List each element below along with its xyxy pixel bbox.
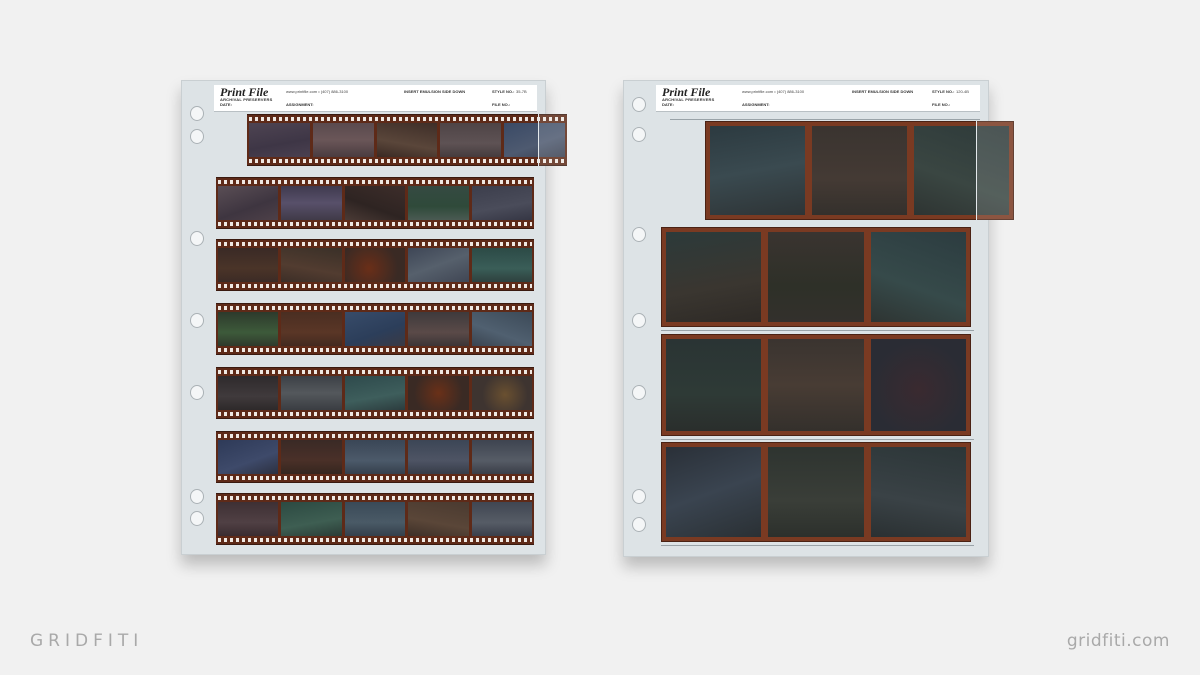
style-value: 120-4B [956,89,969,94]
date-label: DATE: [220,102,232,107]
film-strip [216,177,534,229]
assignment-label: ASSIGNMENT: [286,102,314,107]
insert-instruction: INSERT EMULSION SIDE DOWN [852,89,914,94]
film-strip-top [247,114,567,166]
punch-hole [632,517,646,532]
punch-hole [190,106,204,121]
punch-hole [190,385,204,400]
style-label: STYLE NO.: [492,89,515,94]
film-strip [216,303,534,355]
sleeve-divider [661,545,974,546]
style-value: 35-7B [516,89,527,94]
punch-hole [632,489,646,504]
contact-info: www.printfile.com • (407) 886-3100 [286,89,349,94]
file-label: FILE NO.: [492,102,511,107]
contact-info: www.printfile.com • (407) 886-3100 [742,89,805,94]
punch-hole [190,313,204,328]
punch-hole [632,97,646,112]
punch-hole [632,385,646,400]
sleeve-overlap-edge [976,121,1015,220]
film-strip-120 [661,334,971,436]
print-file-logo: Print File ARCHIVAL PRESERVERS [662,86,714,102]
punch-hole [190,489,204,504]
sleeve-divider [661,439,974,440]
sleeve-divider [670,119,980,120]
sleeve-overlap-edge [538,114,568,166]
film-strip [216,367,534,419]
film-strip-120 [661,227,971,327]
punch-hole [190,129,204,144]
punch-hole [190,231,204,246]
sleeve-header: Print File ARCHIVAL PRESERVERS www.print… [656,85,980,112]
film-strip-120 [661,442,971,542]
sleeve-divider [661,330,974,331]
brand-watermark-right: gridfiti.com [1066,631,1170,651]
insert-instruction: INSERT EMULSION SIDE DOWN [404,89,466,94]
punch-hole [632,227,646,242]
film-strip [216,431,534,483]
punch-hole [632,127,646,142]
file-label: FILE NO.: [932,102,951,107]
page: { "brand_left": "GRIDFITI", "brand_right… [0,0,1200,675]
print-file-logo: Print File ARCHIVAL PRESERVERS [220,86,272,102]
punch-hole [190,511,204,526]
sleeve-header: Print File ARCHIVAL PRESERVERS www.print… [214,85,537,112]
film-strip [216,239,534,291]
punch-hole [632,313,646,328]
film-strip-120-top [705,121,1014,220]
film-strip [216,493,534,545]
date-label: DATE: [662,102,674,107]
style-label: STYLE NO.: [932,89,955,94]
assignment-label: ASSIGNMENT: [742,102,770,107]
brand-watermark-left: GRIDFITI [30,631,144,651]
